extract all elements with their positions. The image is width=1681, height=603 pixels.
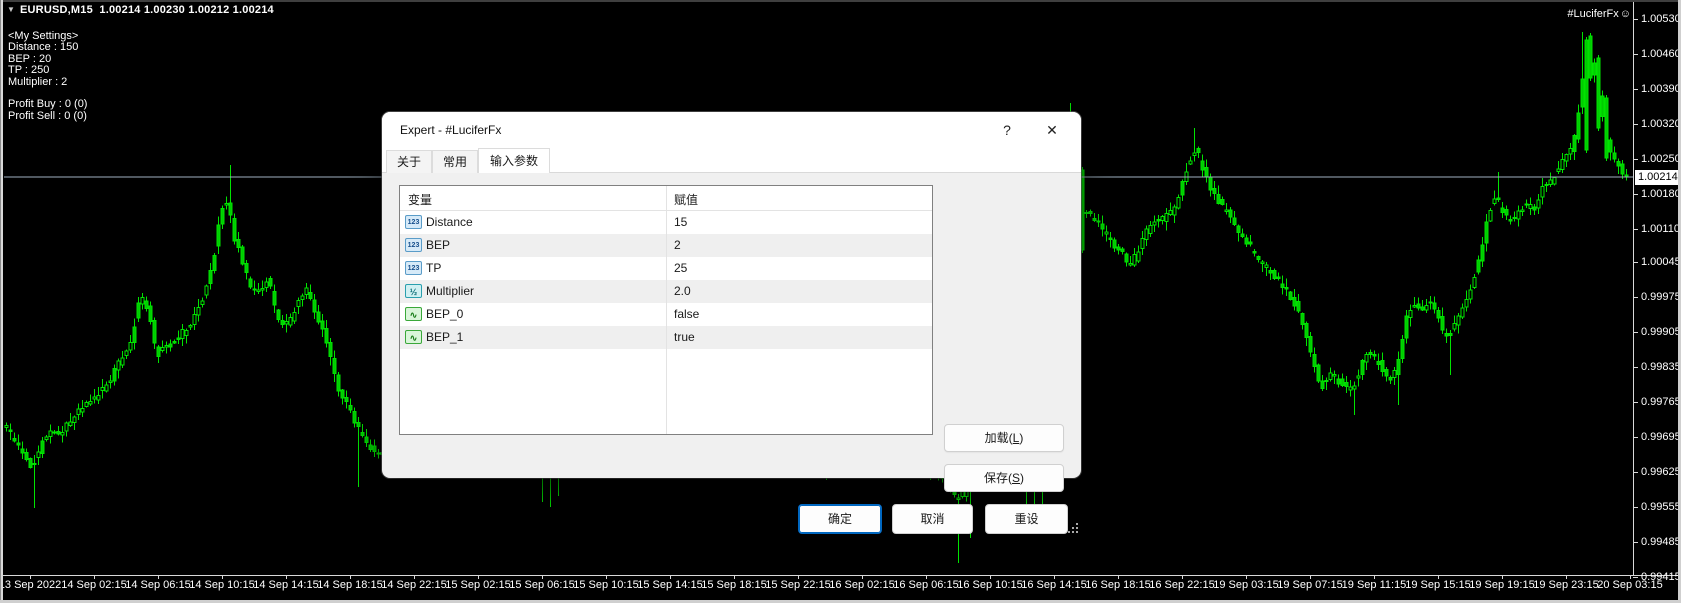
expert-properties-dialog: Expert - #LuciferFx ? ✕ 关于常用输入参数 变量 赋值 1… xyxy=(382,112,1081,478)
resize-grip[interactable] xyxy=(1066,521,1078,533)
price-axis-label: 0.99765 xyxy=(1641,396,1681,409)
window-frame-left xyxy=(0,0,3,603)
table-header-variable: 变量 xyxy=(408,191,432,208)
price-axis-tick xyxy=(1633,54,1638,55)
ea-settings-line: Profit Sell : 0 (0) xyxy=(8,111,87,122)
ea-name-label: #LuciferFx☺ xyxy=(1567,8,1631,20)
price-axis-label: 0.99905 xyxy=(1641,326,1681,339)
current-price-tag: 1.00214 xyxy=(1635,170,1681,185)
int-type-icon: 123 xyxy=(405,238,422,252)
param-value[interactable]: 2 xyxy=(674,238,681,252)
price-axis-tick xyxy=(1633,542,1638,543)
price-axis-tick xyxy=(1633,194,1638,195)
dialog-titlebar[interactable]: Expert - #LuciferFx ? ✕ xyxy=(382,112,1081,148)
price-axis-tick xyxy=(1633,262,1638,263)
param-value[interactable]: 25 xyxy=(674,261,687,275)
price-axis-label: 1.00530 xyxy=(1641,13,1681,26)
symbol-dropdown-icon[interactable]: ▼ xyxy=(7,5,15,14)
dialog-body: 变量 赋值 123 Distance 15 123 BEP 2 123 TP 25 ½ Multip… xyxy=(382,173,1081,478)
dialog-tabs: 关于常用输入参数 xyxy=(382,148,1081,173)
time-axis-line xyxy=(0,575,1681,576)
ea-settings-line: Multiplier : 2 xyxy=(8,77,87,88)
price-axis-tick xyxy=(1633,472,1638,473)
cancel-button[interactable]: 取消 xyxy=(892,504,973,534)
price-axis-tick xyxy=(1633,332,1638,333)
param-value[interactable]: false xyxy=(674,307,699,321)
param-name: Distance xyxy=(426,215,473,229)
dialog-title: Expert - #LuciferFx xyxy=(400,112,501,148)
int-type-icon: 123 xyxy=(405,215,422,229)
param-name: BEP_0 xyxy=(426,307,463,321)
price-axis-label: 1.00180 xyxy=(1641,188,1681,201)
price-axis-tick xyxy=(1633,89,1638,90)
ea-settings-line: TP : 250 xyxy=(8,65,87,76)
time-axis-label: 20 Sep 03:15 xyxy=(1582,579,1678,591)
bool-type-icon: ∿ xyxy=(405,307,422,321)
tab-inputs[interactable]: 输入参数 xyxy=(478,148,550,173)
window-frame-top xyxy=(0,0,1681,2)
price-axis-tick xyxy=(1633,577,1638,578)
price-axis-line xyxy=(1633,0,1634,575)
price-axis-tick xyxy=(1633,19,1638,20)
price-axis-tick xyxy=(1633,402,1638,403)
price-axis-label: 1.00110 xyxy=(1641,223,1681,236)
price-axis-tick xyxy=(1633,124,1638,125)
param-name: BEP_1 xyxy=(426,330,463,344)
price-axis-label: 1.00045 xyxy=(1641,256,1681,269)
ea-smiley-icon: ☺ xyxy=(1619,8,1631,20)
price-axis-tick xyxy=(1633,159,1638,160)
price-axis-label: 0.99695 xyxy=(1641,431,1681,444)
tab-about[interactable]: 关于 xyxy=(386,150,432,173)
param-name: Multiplier xyxy=(426,284,474,298)
price-axis-label: 1.00460 xyxy=(1641,48,1681,61)
price-axis-label: 0.99485 xyxy=(1641,536,1681,549)
param-value[interactable]: 2.0 xyxy=(674,284,691,298)
price-axis-tick xyxy=(1633,437,1638,438)
price-axis-tick xyxy=(1633,367,1638,368)
price-axis-label: 1.00390 xyxy=(1641,83,1681,96)
ohlc-header: EURUSD,M15 1.00214 1.00230 1.00212 1.002… xyxy=(20,4,274,16)
tab-common[interactable]: 常用 xyxy=(432,150,478,173)
param-value[interactable]: true xyxy=(674,330,695,344)
price-axis-label: 0.99975 xyxy=(1641,291,1681,304)
double-type-icon: ½ xyxy=(405,284,422,298)
close-icon[interactable]: ✕ xyxy=(1037,112,1067,148)
reset-button[interactable]: 重设 xyxy=(985,504,1068,534)
help-button[interactable]: ? xyxy=(992,112,1022,148)
load-button[interactable]: 加载(L) xyxy=(944,424,1064,452)
mt4-window: { "chart": { "symbol_line": "EURUSD,M15 … xyxy=(0,0,1681,603)
price-axis-label: 0.99835 xyxy=(1641,361,1681,374)
price-axis-tick xyxy=(1633,297,1638,298)
int-type-icon: 123 xyxy=(405,261,422,275)
param-name: BEP xyxy=(426,238,450,252)
ok-button[interactable]: 确定 xyxy=(798,504,882,534)
price-axis-label: 1.00250 xyxy=(1641,153,1681,166)
price-axis-label: 0.99555 xyxy=(1641,501,1681,514)
ea-settings-overlay: <My Settings>Distance : 150BEP : 20TP : … xyxy=(8,31,87,122)
table-header-value: 赋值 xyxy=(674,191,698,208)
save-button[interactable]: 保存(S) xyxy=(944,464,1064,492)
ea-name-text: #LuciferFx xyxy=(1567,8,1618,20)
param-value[interactable]: 15 xyxy=(674,215,687,229)
price-axis-label: 0.99625 xyxy=(1641,466,1681,479)
parameters-table[interactable]: 变量 赋值 123 Distance 15 123 BEP 2 123 TP 25 ½ Multip… xyxy=(399,185,933,435)
price-axis-label: 1.00320 xyxy=(1641,118,1681,131)
bool-type-icon: ∿ xyxy=(405,330,422,344)
table-column-divider xyxy=(666,186,667,434)
price-axis-tick xyxy=(1633,507,1638,508)
price-axis-tick xyxy=(1633,229,1638,230)
param-name: TP xyxy=(426,261,441,275)
